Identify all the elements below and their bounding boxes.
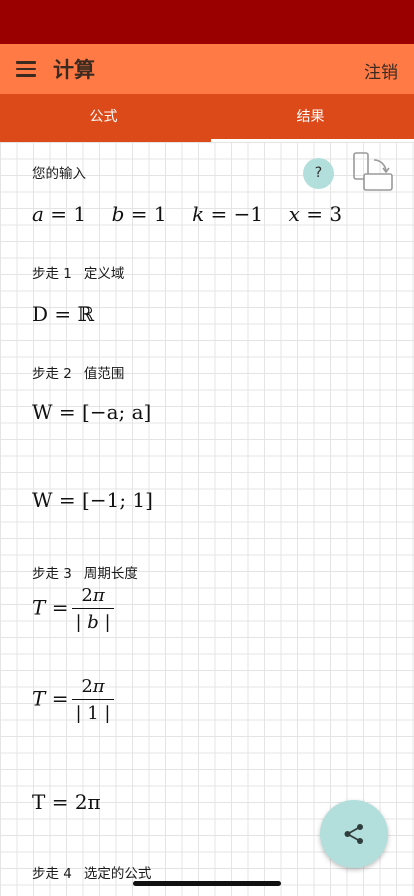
tab-result-label: 结果	[296, 109, 325, 125]
rotate-screen-icon[interactable]	[352, 152, 394, 192]
step-4-label: 步走 4 选定的公式	[32, 866, 152, 882]
help-button[interactable]: ?	[303, 158, 334, 189]
tab-bar: 公式 结果	[0, 94, 414, 142]
result-content[interactable]: 您的输入 ? a = 1 b = 1 k = −1 x = 3 步走 1 定义域 …	[0, 142, 414, 896]
step-2-formula-1: W = [−a; a]	[32, 400, 152, 424]
step-2-label: 步走 2 值范围	[32, 366, 125, 382]
tab-result[interactable]: 结果	[207, 94, 414, 142]
tab-formula[interactable]: 公式	[0, 94, 207, 142]
input-label: 您的输入	[32, 166, 86, 182]
input-values: a = 1 b = 1 k = −1 x = 3	[32, 202, 343, 226]
share-button[interactable]	[320, 800, 388, 868]
step-3-formula-2: T = 2π | 1 |	[32, 676, 114, 724]
share-icon	[344, 824, 363, 844]
step-2-formula-2: W = [−1; 1]	[32, 488, 153, 512]
step-1-formula-1: D = ℝ	[32, 302, 95, 326]
app-bar: 计算 注销	[0, 44, 414, 94]
hamburger-menu-icon[interactable]	[16, 61, 36, 77]
step-3-formula-3: T = 2π	[32, 790, 101, 814]
step-3-label: 步走 3 周期长度	[32, 566, 138, 582]
status-bar	[0, 0, 414, 44]
step-3-formula-1: T = 2π | b |	[32, 585, 114, 633]
step-1-label: 步走 1 定义域	[32, 266, 125, 282]
home-indicator	[133, 881, 281, 886]
app-title: 计算	[53, 58, 95, 82]
logout-button[interactable]: 注销	[364, 58, 398, 83]
